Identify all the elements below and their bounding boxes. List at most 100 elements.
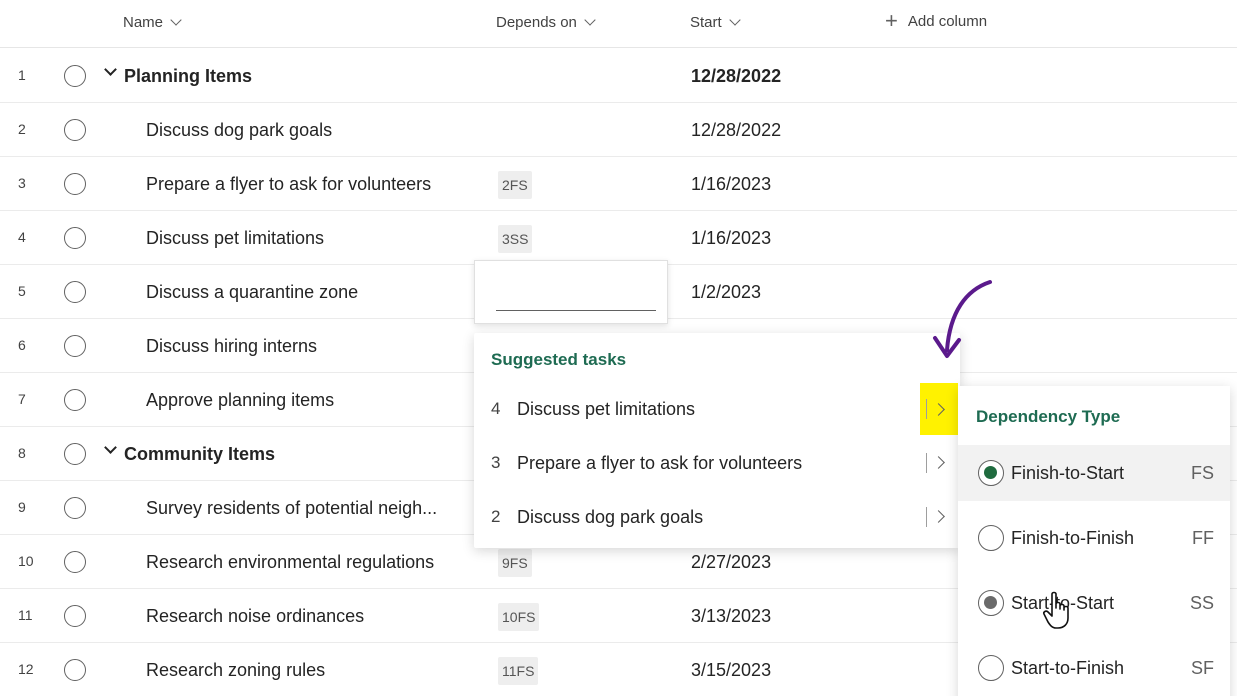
divider [926,399,927,419]
complete-task-checkbox[interactable] [64,281,86,303]
suggested-task-item[interactable]: 4 Discuss pet limitations [474,383,960,437]
suggested-task-number: 2 [491,507,501,526]
radio-button[interactable] [978,460,1004,486]
chevron-right-icon [932,403,945,416]
depends-on-chip[interactable]: 9FS [498,549,532,577]
collapse-chevron-icon[interactable] [104,441,117,454]
row-number: 10 [18,553,34,569]
row-number: 9 [18,499,26,515]
start-date[interactable]: 2/27/2023 [691,552,771,573]
suggested-tasks-dropdown: Suggested tasks 4 Discuss pet limitations… [474,333,960,548]
task-name[interactable]: Discuss a quarantine zone [146,282,358,303]
dependency-type-abbr: FS [1190,463,1214,483]
depends-on-input[interactable] [496,283,656,311]
start-date[interactable]: 3/13/2023 [691,606,771,627]
suggested-task-number: 3 [491,453,501,472]
column-header-start[interactable]: Start [690,14,741,31]
complete-task-checkbox[interactable] [64,65,86,87]
suggested-task-item[interactable]: 3 Prepare a flyer to ask for volunteers [474,437,960,491]
complete-task-checkbox[interactable] [64,551,86,573]
chevron-right-icon [932,456,945,469]
suggested-task-number: 4 [491,399,501,418]
dependency-type-label: Finish-to-Finish [1011,528,1135,548]
task-name[interactable]: Discuss pet limitations [146,228,324,249]
suggested-tasks-title: Suggested tasks [491,350,627,369]
depends-on-chip[interactable]: 11FS [498,657,539,685]
start-date[interactable]: 12/28/2022 [691,120,781,141]
dependency-type-option[interactable]: Start-to-Finish SF [958,640,1230,696]
depends-on-chip[interactable]: 2FS [498,171,532,199]
row-number: 4 [18,229,26,245]
task-name[interactable]: Discuss dog park goals [146,120,332,141]
start-date[interactable]: 1/16/2023 [691,228,771,249]
column-header-name[interactable]: Name [123,14,182,31]
task-name[interactable]: Discuss hiring interns [146,336,317,357]
column-header-depends-on[interactable]: Depends on [496,14,596,31]
dependency-type-title: Dependency Type [976,407,1121,426]
suggested-task-name: Discuss pet limitations [517,399,696,419]
depends-on-chip[interactable]: 3SS [498,225,533,253]
row-number: 6 [18,337,26,353]
depends-on-chip[interactable]: 10FS [498,603,540,631]
complete-task-checkbox[interactable] [64,335,86,357]
column-header-label: Depends on [496,14,577,31]
start-date[interactable]: 12/28/2022 [691,66,781,87]
depends-on-editor [474,260,668,324]
dependency-type-option[interactable]: Finish-to-Finish FF [958,510,1230,566]
add-column-label: Add column [907,12,988,30]
complete-task-checkbox[interactable] [64,605,86,627]
task-name[interactable]: Research environmental regulations [146,552,434,573]
complete-task-checkbox[interactable] [64,173,86,195]
complete-task-checkbox[interactable] [64,497,86,519]
dependency-type-option[interactable]: Finish-to-Start FS [958,445,1230,501]
row-number: 11 [18,607,33,623]
complete-task-checkbox[interactable] [64,443,86,465]
start-date[interactable]: 3/15/2023 [691,660,771,681]
task-name[interactable]: Survey residents of potential neigh... [146,498,437,519]
row-number: 1 [18,67,26,83]
divider [926,507,927,527]
row-number: 12 [18,661,34,677]
task-name[interactable]: Approve planning items [146,390,334,411]
plus-icon: + [885,8,898,33]
radio-button[interactable] [978,655,1004,681]
dependency-type-label: Start-to-Finish [1011,658,1125,678]
dependency-type-submenu-button[interactable] [924,449,956,479]
task-name[interactable]: Research zoning rules [146,660,325,681]
dependency-type-submenu-button[interactable] [924,503,956,533]
radio-button[interactable] [978,525,1004,551]
row-number: 7 [18,391,26,407]
dependency-type-abbr: SF [1190,658,1214,678]
complete-task-checkbox[interactable] [64,389,86,411]
task-row[interactable]: 3 Prepare a flyer to ask for volunteers 2F… [0,157,1237,211]
row-number: 5 [18,283,26,299]
group-name[interactable]: Planning Items [124,66,252,87]
radio-button[interactable] [978,590,1004,616]
dependency-type-submenu-button[interactable] [920,383,958,435]
task-row[interactable]: 4 Discuss pet limitations 3SS 1/16/2023 [0,211,1237,265]
suggested-task-item[interactable]: 2 Discuss dog park goals [474,491,960,545]
column-header-label: Name [123,14,164,31]
task-name[interactable]: Prepare a flyer to ask for volunteers [146,174,431,195]
suggested-task-name: Prepare a flyer to ask for volunteers [517,453,803,473]
row-number: 3 [18,175,26,191]
start-date[interactable]: 1/16/2023 [691,174,771,195]
dependency-type-label: Finish-to-Start [1011,463,1125,483]
complete-task-checkbox[interactable] [64,119,86,141]
column-header-label: Start [690,14,722,31]
collapse-chevron-icon[interactable] [104,63,117,76]
group-row[interactable]: 1 Planning Items 12/28/2022 [0,49,1237,103]
add-column-button[interactable]: + Add column [885,8,988,33]
dependency-type-menu: Dependency Type Finish-to-Start FS Finish-… [958,386,1230,696]
dependency-type-option[interactable]: Start-to-Start SS [958,575,1230,631]
complete-task-checkbox[interactable] [64,227,86,249]
row-number: 8 [18,445,26,461]
task-name[interactable]: Research noise ordinances [146,606,364,627]
start-date[interactable]: 1/2/2023 [691,282,761,303]
task-row[interactable]: 2 Discuss dog park goals 12/28/2022 [0,103,1237,157]
group-name[interactable]: Community Items [124,444,275,465]
grid-header: Name Depends on Start + Add column [0,0,1237,48]
suggested-task-name: Discuss dog park goals [517,507,704,527]
chevron-down-icon [584,14,596,26]
complete-task-checkbox[interactable] [64,659,86,681]
